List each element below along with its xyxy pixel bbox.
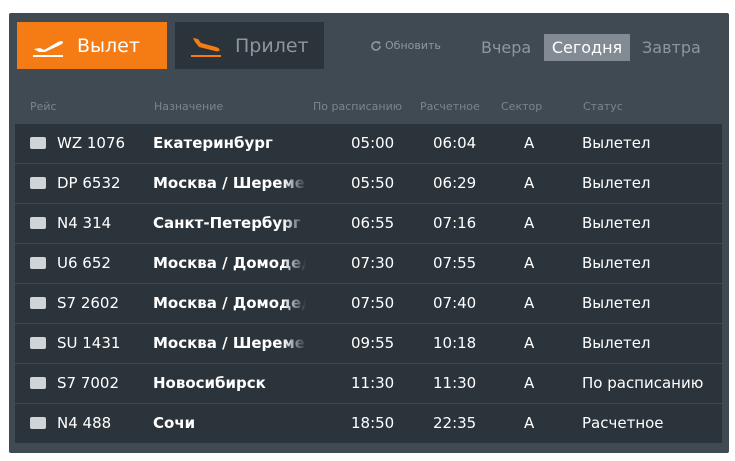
flight-status: Вылетел (582, 294, 651, 312)
flight-row[interactable]: S7 2602 Москва / Домодедово 07:50 07:40 … (15, 284, 722, 323)
flight-row[interactable]: WZ 1076 Екатеринбург 05:00 06:04 A Вылет… (15, 124, 722, 163)
flight-estimated-time: 07:40 (433, 294, 477, 312)
day-tomorrow[interactable]: Завтра (642, 34, 701, 61)
refresh-button[interactable]: Обновить (370, 39, 441, 52)
flight-scheduled-time: 07:50 (351, 294, 395, 312)
flight-number: S7 7002 (57, 374, 120, 392)
column-header-sector: Сектор (501, 100, 543, 113)
flight-row[interactable]: SU 1431 Москва / Шереметьево 09:55 10:18… (15, 324, 722, 363)
flight-estimated-time: 22:35 (433, 414, 477, 432)
flight-estimated-time: 06:04 (433, 134, 477, 152)
flight-estimated-time: 11:30 (433, 374, 477, 392)
flight-estimated-time: 06:29 (433, 174, 477, 192)
flight-sector: A (524, 254, 535, 272)
flight-destination: Санкт-Петербург (153, 214, 301, 232)
flight-destination: Москва / Шереметьево (153, 174, 306, 192)
tab-arrival-label: Прилет (235, 34, 309, 57)
airline-logo-icon (30, 177, 46, 189)
flight-number: DP 6532 (57, 174, 121, 192)
flight-row[interactable]: DP 6532 Москва / Шереметьево 05:50 06:29… (15, 164, 722, 203)
flight-status: Расчетное (582, 414, 664, 432)
flight-destination: Сочи (153, 414, 196, 432)
flight-scheduled-time: 11:30 (351, 374, 395, 392)
column-header-status: Статус (583, 100, 623, 113)
tab-arrival[interactable]: Прилет (175, 22, 324, 69)
flight-row[interactable]: N4 314 Санкт-Петербург 06:55 07:16 A Выл… (15, 204, 722, 243)
column-header-destination: Назначение (154, 100, 224, 113)
flight-status: Вылетел (582, 334, 651, 352)
airline-logo-icon (30, 377, 46, 389)
airline-logo-icon (30, 217, 46, 229)
day-today[interactable]: Сегодня (544, 34, 630, 61)
flight-destination: Новосибирск (153, 374, 266, 392)
flight-destination: Москва / Домодедово (153, 254, 306, 272)
plane-landing-icon (191, 37, 221, 57)
airline-logo-icon (30, 417, 46, 429)
flight-row[interactable]: U6 652 Москва / Домодедово 07:30 07:55 A… (15, 244, 722, 283)
refresh-label: Обновить (385, 39, 441, 52)
flight-destination: Екатеринбург (153, 134, 273, 152)
airline-logo-icon (30, 297, 46, 309)
column-header-flight: Рейс (30, 100, 57, 113)
flight-number: WZ 1076 (57, 134, 126, 152)
flight-number: U6 652 (57, 254, 111, 272)
flight-sector: A (524, 214, 535, 232)
tab-departure[interactable]: Вылет (17, 22, 167, 69)
flight-sector: A (524, 134, 535, 152)
airline-logo-icon (30, 337, 46, 349)
flight-row[interactable]: N4 488 Сочи 18:50 22:35 A Расчетное (15, 404, 722, 443)
flight-status: Вылетел (582, 254, 651, 272)
plane-takeoff-icon (33, 40, 63, 57)
flight-status: Вылетел (582, 134, 651, 152)
flight-status: Вылетел (582, 174, 651, 192)
flight-sector: A (524, 414, 535, 432)
flight-status: Вылетел (582, 214, 651, 232)
flight-scheduled-time: 18:50 (351, 414, 395, 432)
flight-destination: Москва / Шереметьево (153, 334, 306, 352)
tab-departure-label: Вылет (77, 34, 140, 57)
flight-scheduled-time: 06:55 (351, 214, 395, 232)
flight-scheduled-time: 05:50 (351, 174, 395, 192)
flight-sector: A (524, 334, 535, 352)
flight-estimated-time: 07:16 (433, 214, 477, 232)
flight-estimated-time: 10:18 (433, 334, 477, 352)
flight-sector: A (524, 174, 535, 192)
flight-status: По расписанию (582, 374, 704, 392)
flight-estimated-time: 07:55 (433, 254, 477, 272)
flight-number: SU 1431 (57, 334, 121, 352)
flight-number: N4 314 (57, 214, 112, 232)
flight-sector: A (524, 294, 535, 312)
flight-number: N4 488 (57, 414, 112, 432)
flight-scheduled-time: 09:55 (351, 334, 395, 352)
flight-destination: Москва / Домодедово (153, 294, 306, 312)
column-header-estimated: Расчетное (420, 100, 480, 113)
refresh-icon (371, 40, 381, 51)
airline-logo-icon (30, 137, 46, 149)
flight-number: S7 2602 (57, 294, 120, 312)
column-header-scheduled: По расписанию (313, 100, 402, 113)
flight-row[interactable]: S7 7002 Новосибирск 11:30 11:30 A По рас… (15, 364, 722, 403)
airline-logo-icon (30, 257, 46, 269)
flight-scheduled-time: 05:00 (351, 134, 395, 152)
flight-list: WZ 1076 Екатеринбург 05:00 06:04 A Вылет… (15, 124, 722, 444)
flight-scheduled-time: 07:30 (351, 254, 395, 272)
day-yesterday[interactable]: Вчера (481, 34, 531, 61)
flight-sector: A (524, 374, 535, 392)
flight-board: Вылет Прилет Обновить Вчера Сегодня Завт… (9, 13, 729, 453)
